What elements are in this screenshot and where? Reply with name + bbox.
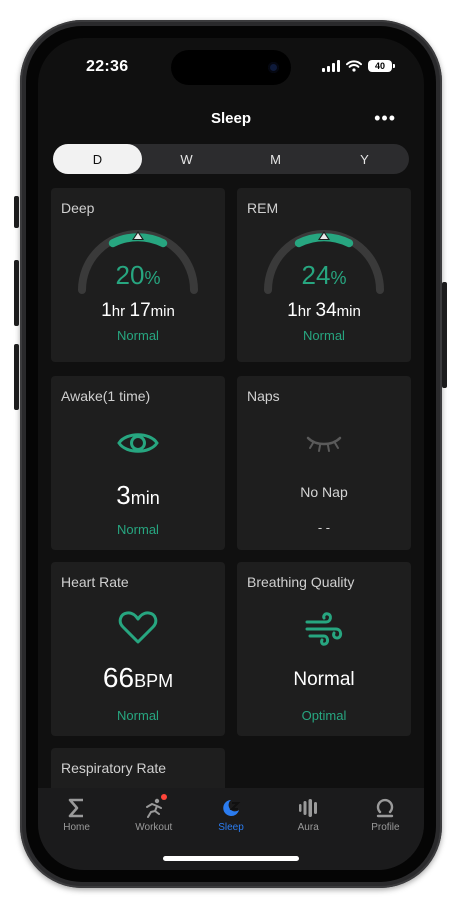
tab-profile[interactable]: Profile [347,788,424,870]
awake-card[interactable]: Awake(1 time) 3min Normal [51,376,225,550]
tab-label: Workout [135,822,173,833]
period-tab-week[interactable]: W [142,144,231,174]
awake-status: Normal [117,522,159,537]
card-title: Awake(1 time) [61,388,151,404]
dynamic-island [171,50,291,85]
moon-icon [223,800,241,816]
heart-icon-wrap [51,610,225,646]
naps-value: No Nap [300,484,348,500]
breathing-quality-card[interactable]: Breathing Quality Normal Optimal [237,562,411,736]
wind-icon [305,612,343,646]
deep-duration: 1hr 17min [101,300,175,321]
notification-dot [161,794,168,800]
rem-duration: 1hr 34min [287,300,361,321]
camera-icon [268,62,279,73]
heart-rate-value: 66BPM [102,662,174,693]
page-title: Sleep [210,110,252,127]
breathing-quality-status: Optimal [301,708,347,723]
tab-label: Home [63,822,90,833]
power-button [442,282,447,388]
sigma-icon [68,798,83,818]
home-indicator[interactable] [163,856,299,861]
card-title: Respiratory Rate [61,760,167,776]
naps-status: - - [317,520,331,535]
card-title: Heart Rate [61,574,129,590]
breathing-quality-value: Normal [293,669,355,690]
action-button [14,196,19,228]
cellular-signal-icon [322,60,340,72]
tab-label: Profile [371,822,400,833]
tab-label: Aura [297,822,319,833]
heart-rate-card[interactable]: Heart Rate 66BPM Normal [51,562,225,736]
aura-icon [299,799,318,817]
card-title: Breathing Quality [247,574,355,590]
period-tab-year[interactable]: Y [320,144,409,174]
profile-icon [377,798,394,818]
wifi-icon [346,60,362,72]
period-tab-month[interactable]: M [231,144,320,174]
volume-down-button [14,344,19,410]
deep-status: Normal [117,328,159,343]
status-time: 22:36 [86,58,129,75]
status-icons: 40 [322,60,395,72]
card-title: Naps [247,388,280,404]
closed-eye-icon [306,436,342,452]
screen: 22:36 40 Sleep ••• D W M Y Deep 20% 1hr [38,38,424,870]
deep-percent: 20% [115,260,161,290]
period-segmented-control: D W M Y [53,144,409,174]
tab-home[interactable]: Home [38,788,115,870]
more-options-button[interactable]: ••• [374,108,396,129]
heart-icon [118,611,158,644]
card-title: REM [247,200,279,216]
battery-icon: 40 [368,60,395,72]
period-tab-day[interactable]: D [53,144,142,174]
tab-label: Sleep [218,822,244,833]
volume-up-button [14,260,19,326]
eye-icon [117,433,159,453]
deep-sleep-card[interactable]: Deep 20% 1hr 17min Normal [51,188,225,362]
naps-card[interactable]: Naps No Nap - - [237,376,411,550]
rem-sleep-card[interactable]: REM 24% 1hr 34min Normal [237,188,411,362]
rem-percent: 24% [301,260,347,290]
running-icon [145,798,162,818]
wind-icon-wrap [237,610,411,648]
awake-duration: 3min [116,480,160,510]
card-title: Deep [61,200,95,216]
heart-rate-status: Normal [117,708,159,723]
closed-eye-icon-wrap [237,432,411,454]
eye-icon-wrap [51,428,225,458]
rem-status: Normal [303,328,345,343]
